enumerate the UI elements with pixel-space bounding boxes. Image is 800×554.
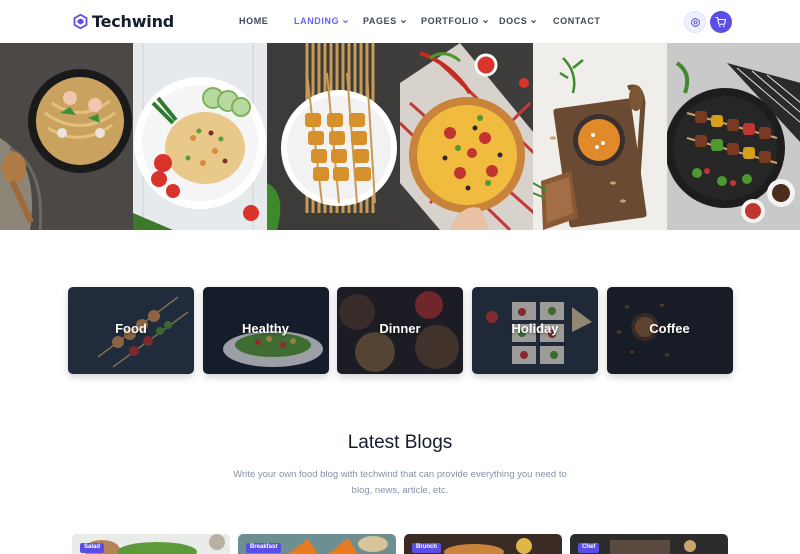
gallery-image-skewers: [266, 43, 400, 230]
category-card-dinner[interactable]: Dinner: [337, 287, 463, 374]
nav-contact-label: CONTACT: [553, 16, 601, 26]
nav-home[interactable]: HOME: [239, 16, 268, 26]
gallery-image-fried-rice: [133, 43, 267, 230]
section-subtitle: Write your own food blog with techwind t…: [233, 469, 567, 496]
blog-card-chef[interactable]: Chef: [570, 534, 728, 554]
nav-portfolio[interactable]: PORTFOLIO: [421, 16, 489, 26]
nav-docs[interactable]: DOCS: [499, 16, 537, 26]
nav-home-label: HOME: [239, 16, 269, 26]
blog-tag[interactable]: Breakfast: [246, 543, 282, 553]
category-card-healthy[interactable]: Healthy: [202, 287, 329, 374]
category-label: Coffee: [649, 321, 690, 336]
category-cards: Food Healthy Dinner Holiday Coffee: [68, 287, 733, 374]
category-card-food[interactable]: Food: [68, 287, 194, 374]
nav-portfolio-label: PORTFOLIO: [421, 16, 479, 26]
cart-button[interactable]: [710, 11, 732, 33]
food-gallery: [0, 43, 800, 230]
gallery-image-kebabs: [666, 43, 800, 230]
gallery-image-pizza: [399, 43, 534, 230]
category-label: Food: [115, 321, 147, 336]
blog-post-cards: Salad Breakfast Brunch Chef: [72, 534, 728, 554]
nav-docs-label: DOCS: [499, 16, 528, 26]
gallery-image-noodles: [0, 43, 134, 230]
navbar: Techwind HOME LANDING PAGES PORTFOLIO DO…: [0, 0, 800, 43]
category-label: Healthy: [242, 321, 289, 336]
category-label: Holiday: [511, 321, 559, 336]
category-label: Dinner: [379, 321, 421, 336]
nav-pages-label: PAGES: [363, 16, 397, 26]
section-title: Latest Blogs: [347, 432, 453, 453]
chevron-down-icon: [531, 19, 537, 23]
brand-name: Techwind: [92, 12, 175, 31]
settings-icon: [690, 17, 700, 27]
brand-logo[interactable]: Techwind: [73, 12, 174, 31]
blog-card-breakfast[interactable]: Breakfast: [238, 534, 396, 554]
gallery-image-soup: [533, 43, 667, 230]
chevron-down-icon: [400, 19, 406, 23]
nav-contact[interactable]: CONTACT: [553, 16, 601, 26]
blog-tag[interactable]: Salad: [80, 543, 105, 553]
blog-tag[interactable]: Brunch: [412, 543, 441, 553]
chevron-down-icon: [482, 19, 488, 23]
category-card-holiday[interactable]: Holiday: [472, 287, 598, 374]
cart-icon: [715, 16, 727, 28]
nav-landing-label: LANDING: [294, 16, 340, 26]
nav-landing[interactable]: LANDING: [294, 16, 349, 26]
blog-card-salad[interactable]: Salad: [72, 534, 230, 554]
blog-card-brunch[interactable]: Brunch: [404, 534, 562, 554]
logo-hexagon-icon: [73, 14, 88, 29]
nav-pages[interactable]: PAGES: [363, 16, 407, 26]
chevron-down-icon: [343, 19, 349, 23]
category-card-coffee[interactable]: Coffee: [606, 287, 733, 374]
blog-tag[interactable]: Chef: [578, 543, 600, 553]
settings-button[interactable]: [684, 11, 706, 33]
